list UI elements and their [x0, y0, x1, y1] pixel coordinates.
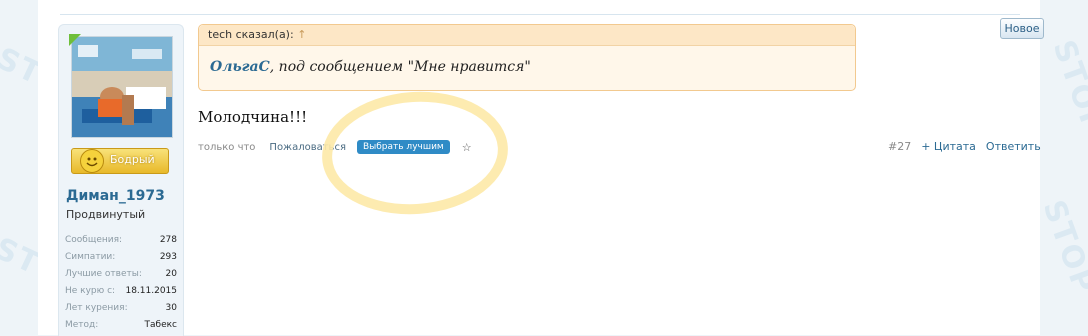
stat-row-years-smoking: Лет курения: 30	[65, 300, 177, 317]
post-number-link[interactable]: #27	[888, 140, 911, 153]
stat-name: Лет курения:	[65, 303, 128, 313]
stat-name: Симпатии:	[65, 252, 116, 262]
stat-row-quit-date: Не курю с: 18.11.2015	[65, 283, 177, 300]
username-link[interactable]: Диман_1973	[66, 188, 165, 204]
stat-row-best-answers: Лучшие ответы: 20	[65, 266, 177, 283]
stat-value: 278	[159, 235, 177, 245]
user-rank: Продвинутый	[66, 208, 146, 221]
watermark-right-2: STOP	[1035, 195, 1088, 300]
stat-name: Сообщения:	[65, 235, 123, 245]
stat-row-messages: Сообщения: 278	[65, 232, 177, 249]
quote-block: tech сказал(а): ↑ ОльгаС, под сообщением…	[198, 24, 856, 91]
smiley-icon	[80, 149, 104, 173]
stat-name: Лучшие ответы:	[65, 269, 142, 279]
go-to-quote-arrow-icon[interactable]: ↑	[297, 28, 306, 41]
stat-name: Метод:	[65, 320, 99, 330]
stat-value: 293	[159, 252, 177, 262]
online-indicator	[69, 34, 81, 46]
stat-value: 30	[165, 303, 177, 313]
post-time[interactable]: только что	[198, 142, 255, 153]
stat-name: Не курю с:	[65, 286, 116, 296]
mood-label: Бодрый	[110, 153, 155, 166]
stat-row-method: Метод: Табекс	[65, 317, 177, 334]
quote-button[interactable]: + Цитата	[921, 140, 976, 153]
user-stats: Сообщения: 278 Симпатии: 293 Лучшие отве…	[65, 232, 177, 334]
divider	[60, 14, 1020, 15]
reply-button[interactable]: Ответить	[986, 140, 1041, 153]
stat-row-likes: Симпатии: 293	[65, 249, 177, 266]
avatar-photo	[72, 37, 172, 137]
post-actions: #27 + Цитата Ответить	[888, 140, 1041, 153]
user-sidebar: Бодрый Диман_1973 Продвинутый Сообщения:…	[58, 24, 184, 336]
quote-author-link[interactable]: ОльгаС	[210, 59, 270, 75]
quote-body: ОльгаС, под сообщением "Мне нравится"	[199, 46, 855, 75]
avatar[interactable]	[71, 36, 173, 138]
mood-badge[interactable]: Бодрый	[71, 148, 169, 174]
stat-value: 18.11.2015	[125, 286, 177, 296]
watermark-right: STOP	[1045, 35, 1088, 140]
post-message: Молодчина!!!	[198, 108, 308, 126]
new-badge: Новое	[1000, 18, 1044, 39]
quote-text: , под сообщением "Мне нравится"	[269, 59, 531, 75]
quote-header: tech сказал(а): ↑	[199, 25, 855, 46]
stat-value: 20	[165, 269, 177, 279]
quote-header-text: tech сказал(а):	[208, 28, 298, 41]
stat-value: Табекс	[144, 320, 177, 330]
